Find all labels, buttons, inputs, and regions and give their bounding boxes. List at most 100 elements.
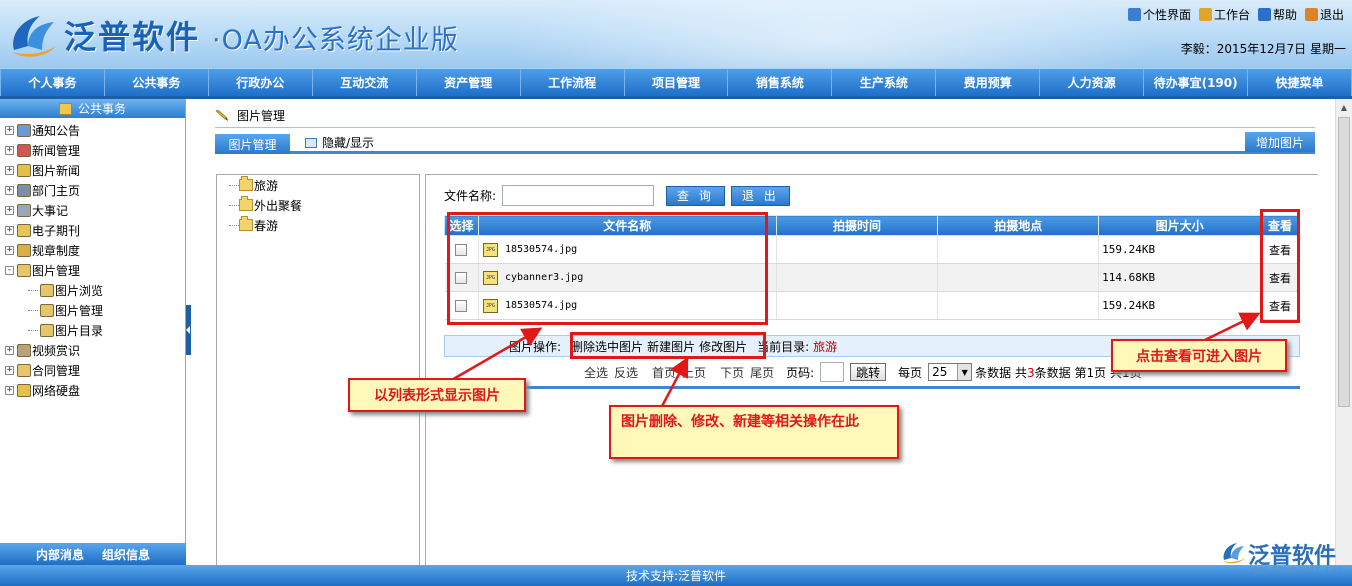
top-link-1[interactable]: 工作台 (1198, 6, 1250, 23)
nav-item-9[interactable]: 费用预算 (936, 69, 1041, 96)
expand-icon[interactable]: + (5, 385, 14, 395)
nav-item-6[interactable]: 项目管理 (625, 69, 729, 96)
next-page-link[interactable]: 下页 (720, 364, 744, 381)
toggle-visibility-link[interactable]: 隐藏/显示 (305, 134, 374, 151)
sidebar-item-label: 大事记 (32, 203, 69, 218)
jump-button[interactable]: 跳转 (850, 363, 887, 381)
sidebar-item-11[interactable]: + 视频赏识 (0, 340, 185, 360)
col-shoot-time[interactable]: 拍摄时间 (775, 215, 939, 236)
nav-item-3[interactable]: 互动交流 (313, 69, 417, 96)
logo-text: 泛普软件 (64, 18, 201, 56)
module-icon (17, 183, 31, 197)
nav-item-12[interactable]: 快捷菜单 (1248, 69, 1352, 96)
org-info-link[interactable]: 组织信息 (102, 546, 150, 563)
category-item-2[interactable]: 春游 (217, 215, 419, 235)
folder-icon (239, 196, 253, 211)
list-callout: 以列表形式显示图片 (348, 378, 526, 412)
prev-page-link[interactable]: 上页 (682, 364, 706, 381)
search-button[interactable]: 查 询 (666, 185, 725, 206)
window-icon (305, 137, 317, 148)
add-picture-button[interactable]: 增加图片 (1245, 132, 1315, 152)
col-shoot-place[interactable]: 拍摄地点 (937, 215, 1100, 236)
sidebar-item-8[interactable]: 图片浏览 (0, 280, 185, 300)
last-page-link[interactable]: 尾页 (750, 364, 774, 381)
top-link-2[interactable]: 帮助 (1257, 6, 1297, 23)
expand-icon[interactable]: + (5, 225, 14, 235)
vertical-scrollbar[interactable]: ▲ (1335, 99, 1352, 565)
sidebar-item-7[interactable]: - 图片管理 (0, 260, 185, 280)
category-label: 春游 (254, 218, 279, 233)
sidebar-item-13[interactable]: + 网络硬盘 (0, 380, 185, 400)
folder-icon (58, 102, 72, 115)
expand-icon[interactable]: + (5, 185, 14, 195)
tree-connector (28, 289, 38, 291)
expand-icon[interactable]: + (5, 125, 14, 135)
module-icon (17, 163, 31, 177)
internal-messages-link[interactable]: 内部消息 (36, 546, 84, 563)
page-number-input[interactable] (820, 362, 845, 382)
module-icon (17, 383, 31, 397)
sidebar-footer: 内部消息 组织信息 (0, 543, 186, 565)
sidebar-item-label: 规章制度 (32, 243, 81, 258)
col-size[interactable]: 图片大小 (1098, 215, 1261, 236)
category-label: 外出聚餐 (254, 198, 303, 213)
sidebar-item-10[interactable]: 图片目录 (0, 320, 185, 340)
scroll-up-icon[interactable]: ▲ (1336, 99, 1352, 116)
nav-item-8[interactable]: 生产系统 (832, 69, 937, 96)
first-page-link[interactable]: 首页 (652, 364, 676, 381)
tab-picture-management[interactable]: 图片管理 (215, 134, 290, 154)
watermark-logo-icon (1223, 543, 1245, 564)
module-icon (40, 323, 54, 337)
sidebar-item-12[interactable]: + 合同管理 (0, 360, 185, 380)
sidebar-item-6[interactable]: + 规章制度 (0, 240, 185, 260)
nav-item-2[interactable]: 行政办公 (209, 69, 313, 96)
nav-item-5[interactable]: 工作流程 (521, 69, 625, 96)
category-item-1[interactable]: 外出聚餐 (217, 195, 419, 215)
nav-item-10[interactable]: 人力资源 (1040, 69, 1145, 96)
nav-item-4[interactable]: 资产管理 (417, 69, 521, 96)
select-all-link[interactable]: 全选 (584, 364, 608, 381)
per-page-select[interactable]: 25 ▼ (928, 363, 973, 381)
filename-search-input[interactable] (502, 185, 655, 206)
search-label: 文件名称: (444, 189, 497, 203)
sidebar-item-1[interactable]: + 新闻管理 (0, 140, 185, 160)
category-item-0[interactable]: 旅游 (217, 175, 419, 195)
sidebar-item-2[interactable]: + 图片新闻 (0, 160, 185, 180)
tree-connector (229, 224, 239, 226)
module-icon (17, 243, 31, 257)
current-dir-value[interactable]: 旅游 (813, 338, 837, 355)
sidebar-item-3[interactable]: + 部门主页 (0, 180, 185, 200)
sidebar-header[interactable]: 公共事务 (0, 99, 185, 118)
exit-button[interactable]: 退 出 (730, 185, 790, 206)
view-callout: 点击查看可进入图片 (1111, 339, 1287, 372)
expand-icon[interactable]: + (5, 345, 14, 355)
scroll-thumb[interactable] (1338, 117, 1350, 407)
expand-icon[interactable]: + (5, 205, 14, 215)
top-link-label: 工作台 (1213, 8, 1250, 22)
top-link-3[interactable]: 退出 (1304, 6, 1344, 23)
sidebar-item-4[interactable]: + 大事记 (0, 200, 185, 220)
expand-icon[interactable]: + (5, 245, 14, 255)
nav-item-1[interactable]: 公共事务 (105, 69, 209, 96)
sidebar-item-label: 图片新闻 (32, 163, 81, 178)
expand-icon[interactable]: + (5, 365, 14, 375)
collapse-icon[interactable]: - (5, 265, 14, 275)
nav-item-7[interactable]: 销售系统 (728, 69, 833, 96)
nav-item-11[interactable]: 待办事宜(190) (1144, 69, 1249, 96)
invert-selection-link[interactable]: 反选 (614, 364, 638, 381)
sidebar-item-label: 图片管理 (32, 263, 81, 278)
sidebar-tree: + 通知公告 + 新闻管理 + 图片新闻 + 部门主页 + 大事记 + 电子期刊 + 规章制度 - 图片管理图… (0, 118, 185, 400)
expand-icon[interactable]: + (5, 165, 14, 175)
watermark: 泛普软件 www.fanpusoft.com (1220, 538, 1342, 576)
nav-item-0[interactable]: 个人事务 (0, 69, 105, 96)
sidebar-item-0[interactable]: + 通知公告 (0, 120, 185, 140)
shoot-place-cell (937, 291, 1100, 320)
module-icon (40, 283, 54, 297)
module-icon (40, 303, 54, 317)
sidebar-item-label: 合同管理 (32, 363, 81, 378)
top-link-0[interactable]: 个性界面 (1127, 6, 1191, 23)
expand-icon[interactable]: + (5, 145, 14, 155)
sidebar-item-label: 网络硬盘 (32, 383, 81, 398)
sidebar-item-9[interactable]: 图片管理 (0, 300, 185, 320)
sidebar-item-5[interactable]: + 电子期刊 (0, 220, 185, 240)
